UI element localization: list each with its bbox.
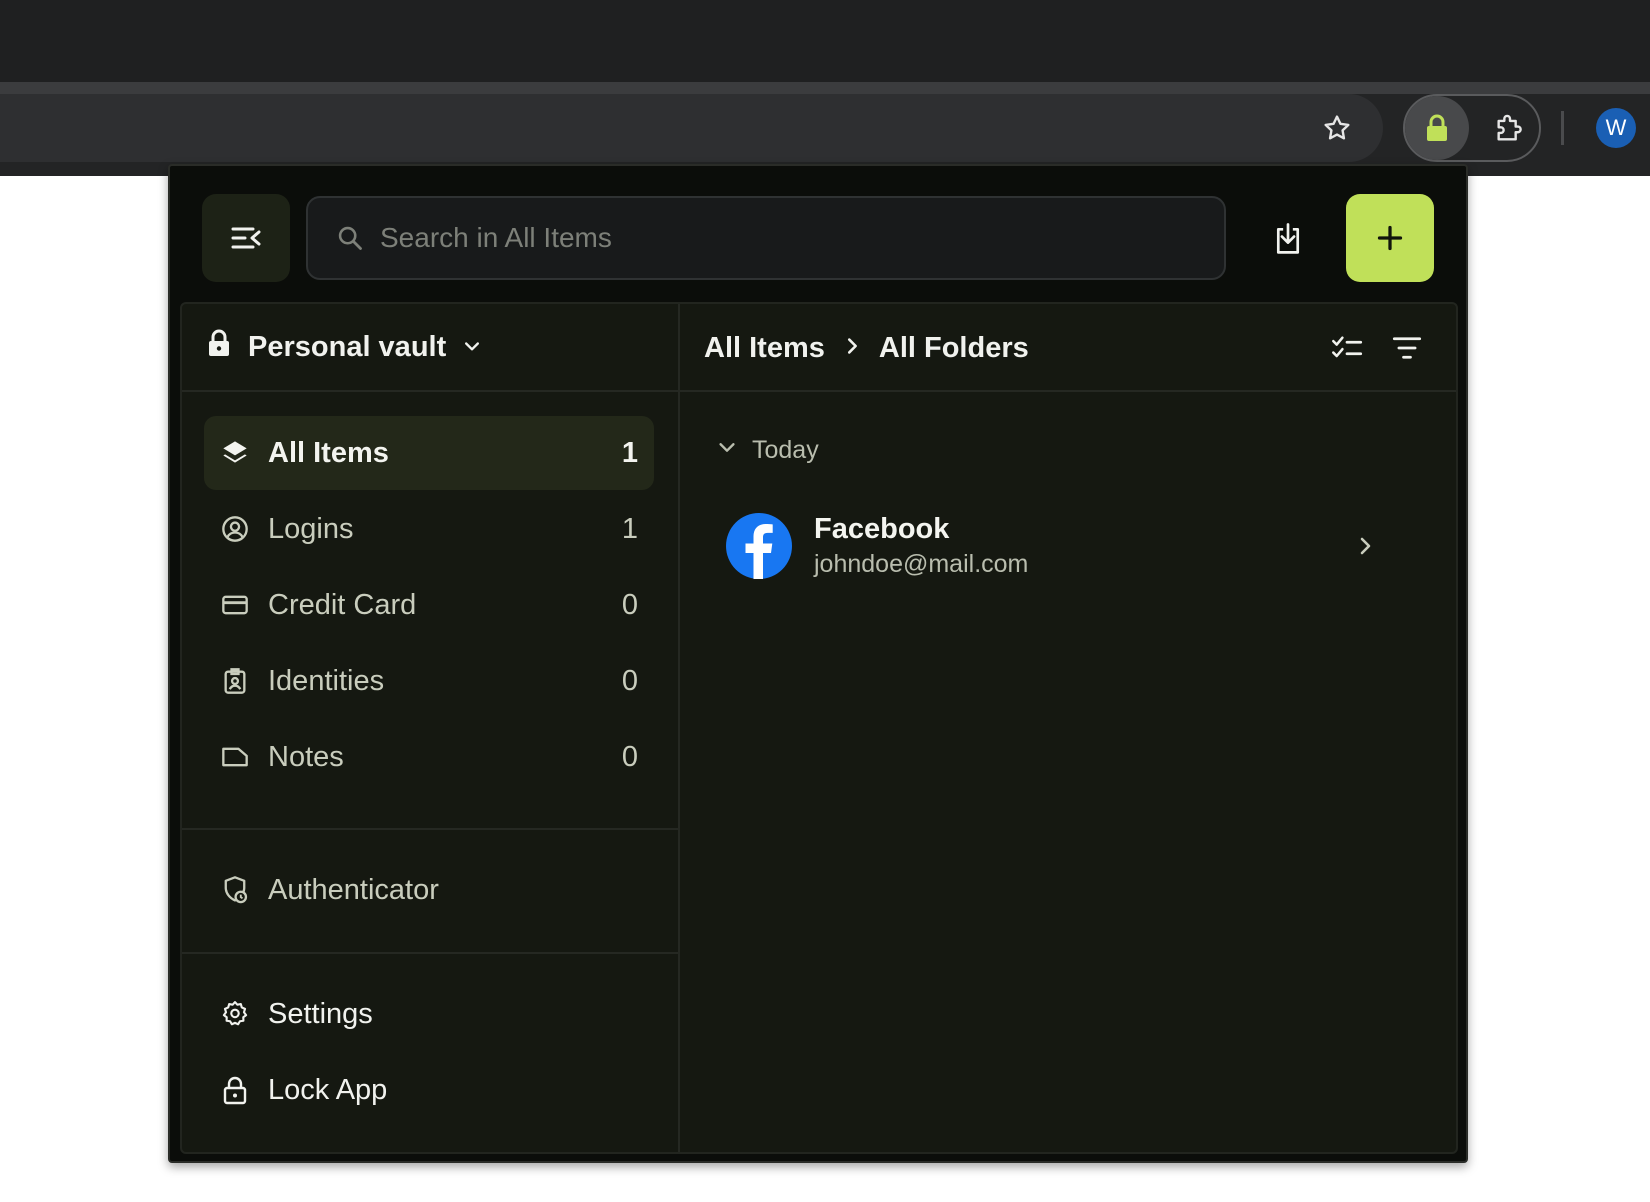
list-item[interactable]: Facebook johndoe@mail.com bbox=[706, 498, 1410, 594]
sidebar-divider-1 bbox=[182, 828, 678, 830]
facebook-logo-icon bbox=[726, 513, 792, 579]
browser-tab-bar bbox=[0, 82, 1650, 94]
download-tray-icon bbox=[1276, 223, 1300, 254]
toggle-sidebar-button[interactable] bbox=[202, 194, 290, 282]
sidebar-item-label: Credit Card bbox=[268, 588, 417, 621]
filter-button[interactable] bbox=[1388, 330, 1426, 366]
settings-label: Settings bbox=[268, 997, 373, 1030]
chevron-right-icon bbox=[841, 332, 863, 365]
layers-icon bbox=[220, 438, 250, 468]
sidebar-item-all-items[interactable]: All Items 1 bbox=[204, 416, 654, 490]
import-button[interactable] bbox=[1264, 214, 1312, 264]
lock-app-label: Lock App bbox=[268, 1073, 388, 1106]
sidebar-item-count: 1 bbox=[621, 512, 638, 545]
sidebar-item-count: 1 bbox=[621, 436, 638, 469]
chevron-right-icon bbox=[1350, 531, 1380, 561]
extensions-puzzle-icon[interactable] bbox=[1488, 108, 1532, 148]
sidebar-item-identities[interactable]: Identities 0 bbox=[204, 644, 654, 718]
shield-clock-icon bbox=[220, 875, 250, 905]
plus-icon bbox=[1377, 225, 1403, 251]
id-badge-icon bbox=[220, 666, 250, 696]
sidebar-item-notes[interactable]: Notes 0 bbox=[204, 720, 654, 794]
breadcrumb: All Items All Folders bbox=[704, 326, 1029, 370]
lock-app-button[interactable]: Lock App bbox=[204, 1060, 387, 1120]
search-icon bbox=[336, 224, 364, 257]
sidebar-item-logins[interactable]: Logins 1 bbox=[204, 492, 654, 566]
filter-lines-icon bbox=[1392, 337, 1422, 359]
bookmark-star-icon[interactable] bbox=[1317, 108, 1357, 148]
menu-collapse-icon bbox=[231, 227, 261, 249]
lock-icon bbox=[206, 328, 232, 366]
sidebar-item-label: All Items bbox=[268, 436, 389, 469]
sidebar-scroll-overflow bbox=[210, 815, 650, 829]
group-label: Today bbox=[752, 435, 819, 464]
search-box bbox=[306, 196, 1226, 280]
search-input[interactable] bbox=[380, 198, 1200, 278]
sidebar-item-count: 0 bbox=[621, 664, 638, 697]
gear-icon bbox=[220, 999, 250, 1029]
chevron-down-icon bbox=[716, 436, 738, 465]
authenticator-button[interactable]: Authenticator bbox=[204, 860, 439, 920]
breadcrumb-all-folders[interactable]: All Folders bbox=[879, 332, 1029, 365]
sidebar-divider bbox=[678, 304, 680, 1152]
sidebar-item-label: Logins bbox=[268, 512, 354, 545]
group-header-today[interactable]: Today bbox=[716, 432, 819, 468]
header-divider bbox=[182, 390, 1456, 392]
user-circle-icon bbox=[220, 514, 250, 544]
sidebar-item-label: Identities bbox=[268, 664, 385, 697]
sidebar-item-label: Notes bbox=[268, 740, 344, 773]
profile-avatar[interactable]: W bbox=[1596, 108, 1636, 148]
item-subtitle: johndoe@mail.com bbox=[814, 550, 1029, 578]
password-manager-extension-icon[interactable] bbox=[1405, 96, 1469, 160]
note-icon bbox=[220, 742, 250, 772]
vault-selector[interactable]: Personal vault bbox=[206, 325, 482, 369]
address-bar[interactable] bbox=[0, 94, 1383, 162]
add-item-button[interactable] bbox=[1346, 194, 1434, 282]
credit-card-icon bbox=[220, 590, 250, 620]
toolbar-separator bbox=[1561, 111, 1564, 145]
breadcrumb-all-items[interactable]: All Items bbox=[704, 332, 825, 365]
vault-name: Personal vault bbox=[248, 330, 447, 363]
padlock-icon bbox=[220, 1075, 250, 1105]
authenticator-label: Authenticator bbox=[268, 873, 439, 906]
checklist-icon bbox=[1332, 336, 1363, 358]
bulk-select-button[interactable] bbox=[1328, 330, 1366, 366]
sidebar-item-count: 0 bbox=[621, 588, 638, 621]
sidebar-item-credit-card[interactable]: Credit Card 0 bbox=[204, 568, 654, 642]
item-title: Facebook bbox=[814, 513, 950, 545]
chevron-down-icon bbox=[462, 331, 482, 364]
settings-button[interactable]: Settings bbox=[204, 984, 373, 1044]
sidebar-item-count: 0 bbox=[621, 740, 638, 773]
sidebar-divider-2 bbox=[182, 952, 678, 954]
browser-tab-strip bbox=[0, 0, 1650, 82]
